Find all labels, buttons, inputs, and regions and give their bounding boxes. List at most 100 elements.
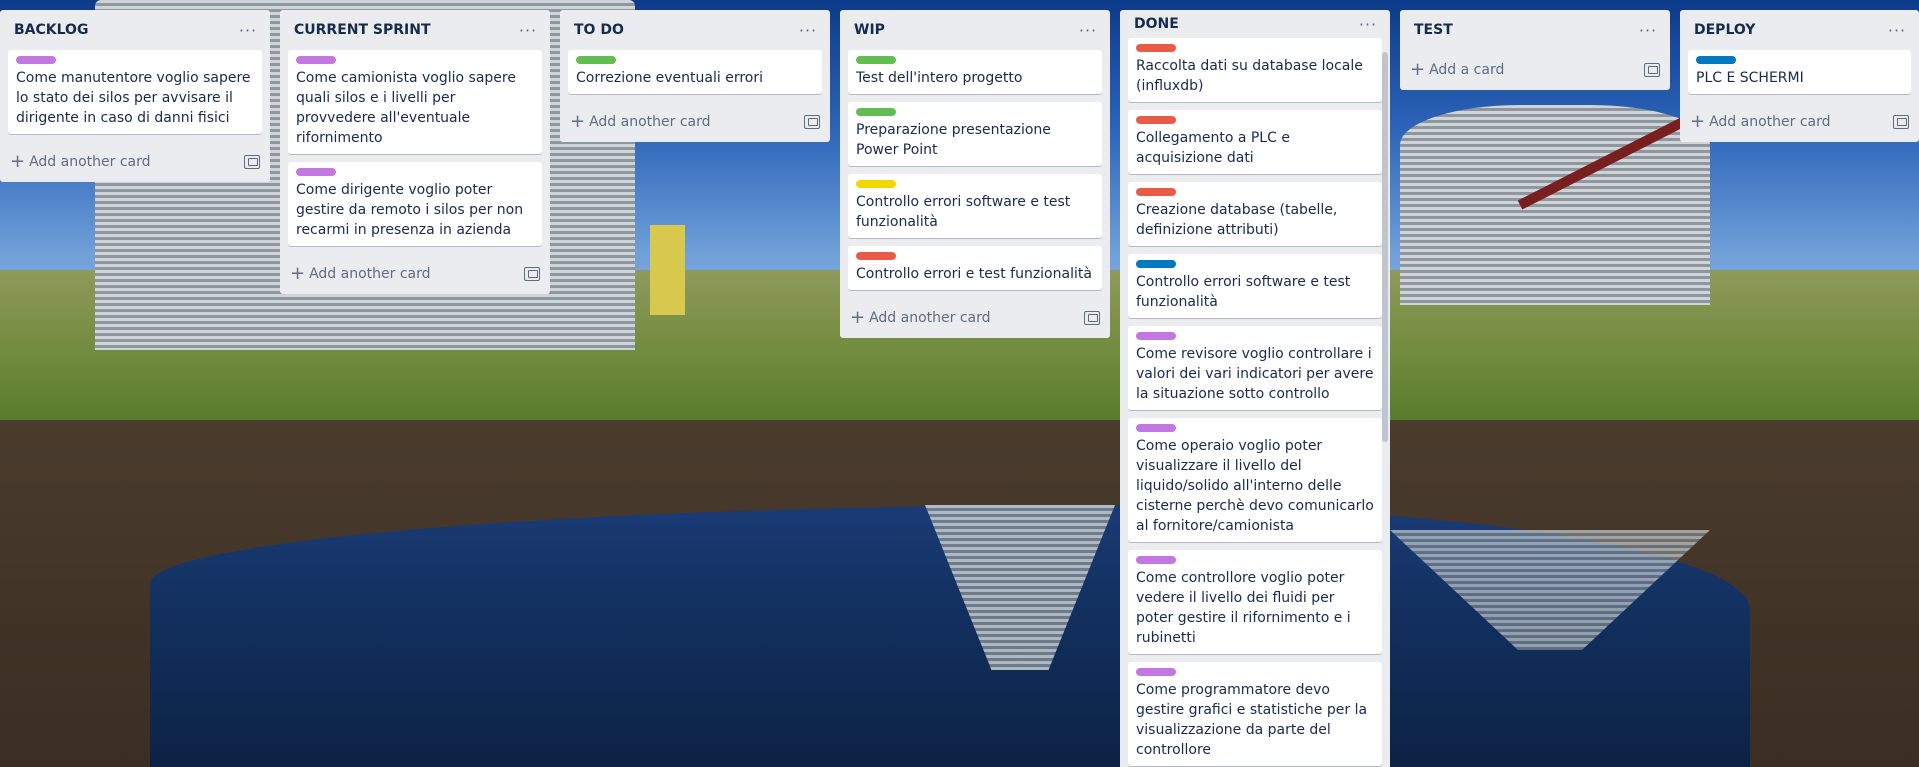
card[interactable]: Preparazione presentazione Power Point <box>848 102 1102 166</box>
list-current-sprint[interactable]: CURRENT SPRINT ··· Come camionista voglio … <box>280 10 550 294</box>
add-card-button[interactable]: + Add another card <box>290 263 431 284</box>
add-card-button[interactable]: + Add another card <box>570 113 711 131</box>
card-template-icon[interactable] <box>524 267 540 281</box>
add-card-button[interactable]: + Add another card <box>1690 113 1831 131</box>
add-card-label: Add another card <box>589 114 711 130</box>
card[interactable]: Creazione database (tabelle, definizione… <box>1128 182 1382 246</box>
card-title: Correzione eventuali errori <box>576 70 763 86</box>
card-title: Come dirigente voglio poter gestire da r… <box>296 182 524 238</box>
card-label-green[interactable] <box>576 56 616 64</box>
more-horizontal-icon[interactable]: ··· <box>1354 10 1382 38</box>
card-label-red[interactable] <box>1136 116 1176 124</box>
list-backlog[interactable]: BACKLOG ··· Come manutentore voglio sapere… <box>0 10 270 182</box>
card-label-purple[interactable] <box>1136 668 1176 676</box>
more-horizontal-icon[interactable]: ··· <box>1634 16 1662 44</box>
card-label-blue[interactable] <box>1696 56 1736 64</box>
list-header[interactable]: TEST ··· <box>1400 10 1670 50</box>
card-list: Raccolta dati su database locale (influx… <box>1120 38 1390 767</box>
add-card-button[interactable]: + Add another card <box>10 151 151 172</box>
list-done[interactable]: DONE ··· Raccolta dati su database locale … <box>1120 10 1390 767</box>
card-label-red[interactable] <box>1136 188 1176 196</box>
card-label-purple[interactable] <box>296 56 336 64</box>
more-horizontal-icon[interactable]: ··· <box>234 16 262 44</box>
plus-icon: + <box>290 263 306 284</box>
list-title[interactable]: DONE <box>1134 16 1179 32</box>
card-label-yellow[interactable] <box>856 180 896 188</box>
card-label-purple[interactable] <box>1136 424 1176 432</box>
card[interactable]: Test dell'intero progetto <box>848 50 1102 94</box>
list-header[interactable]: CURRENT SPRINT ··· <box>280 10 550 50</box>
list-footer: + Add another card <box>1680 102 1919 142</box>
list-footer: + Add a card <box>1400 50 1670 90</box>
add-card-label: Add another card <box>29 154 151 170</box>
card[interactable]: Come programmatore devo gestire grafici … <box>1128 662 1382 766</box>
card-label-blue[interactable] <box>1136 260 1176 268</box>
list-footer: + Add another card <box>840 298 1110 338</box>
card[interactable]: Raccolta dati su database locale (influx… <box>1128 38 1382 102</box>
more-horizontal-icon[interactable]: ··· <box>514 16 542 44</box>
card-title: Come programmatore devo gestire grafici … <box>1136 682 1368 758</box>
card-title: Creazione database (tabelle, definizione… <box>1136 202 1338 238</box>
card-title: Controllo errori e test funzionalità <box>856 266 1092 282</box>
card[interactable]: Controllo errori software e test funzion… <box>1128 254 1382 318</box>
card-list: Come camionista voglio sapere quali silo… <box>280 50 550 254</box>
card-label-purple[interactable] <box>1136 556 1176 564</box>
list-header[interactable]: TO DO ··· <box>560 10 830 50</box>
list-scrollbar[interactable] <box>1382 52 1388 442</box>
plus-icon: + <box>850 307 866 328</box>
list-title[interactable]: CURRENT SPRINT <box>294 22 431 38</box>
list-title[interactable]: TO DO <box>574 22 624 38</box>
card-label-red[interactable] <box>856 252 896 260</box>
card-title: Test dell'intero progetto <box>856 70 1023 86</box>
card[interactable]: Come manutentore voglio sapere lo stato … <box>8 50 262 134</box>
card-title: Raccolta dati su database locale (influx… <box>1136 58 1363 94</box>
more-horizontal-icon[interactable]: ··· <box>1074 16 1102 44</box>
card-template-icon[interactable] <box>804 115 820 129</box>
list-wip[interactable]: WIP ··· Test dell'intero progetto Preparazi… <box>840 10 1110 338</box>
add-card-button[interactable]: + Add another card <box>850 307 991 328</box>
card-label-red[interactable] <box>1136 44 1176 52</box>
list-header[interactable]: BACKLOG ··· <box>0 10 270 50</box>
list-deploy[interactable]: DEPLOY ··· PLC E SCHERMI + Add another card <box>1680 10 1919 142</box>
card-template-icon[interactable] <box>1893 115 1909 129</box>
card-template-icon[interactable] <box>244 155 260 169</box>
plus-icon: + <box>1410 59 1426 80</box>
card[interactable]: Controllo errori e test funzionalità <box>848 246 1102 290</box>
list-title[interactable]: WIP <box>854 22 885 38</box>
card-label-purple[interactable] <box>296 168 336 176</box>
card-template-icon[interactable] <box>1084 311 1100 325</box>
more-horizontal-icon[interactable]: ··· <box>1883 16 1911 44</box>
card-label-purple[interactable] <box>1136 332 1176 340</box>
card[interactable]: Come controllore voglio poter vedere il … <box>1128 550 1382 654</box>
card-template-icon[interactable] <box>1644 63 1660 77</box>
card[interactable]: Collegamento a PLC e acquisizione dati <box>1128 110 1382 174</box>
more-horizontal-icon[interactable]: ··· <box>794 16 822 44</box>
add-card-label: Add another card <box>1709 114 1831 130</box>
card-label-green[interactable] <box>856 108 896 116</box>
list-title[interactable]: BACKLOG <box>14 22 88 38</box>
list-header[interactable]: WIP ··· <box>840 10 1110 50</box>
card-label-purple[interactable] <box>16 56 56 64</box>
list-footer: + Add another card <box>0 142 270 182</box>
card-label-green[interactable] <box>856 56 896 64</box>
card-title: Come operaio voglio poter visualizzare i… <box>1136 438 1374 534</box>
list-header[interactable]: DEPLOY ··· <box>1680 10 1919 50</box>
card-title: Come controllore voglio poter vedere il … <box>1136 570 1351 646</box>
card[interactable]: Correzione eventuali errori <box>568 50 822 94</box>
list-header[interactable]: DONE ··· <box>1120 10 1390 38</box>
card[interactable]: Come dirigente voglio poter gestire da r… <box>288 162 542 246</box>
card-title: Come camionista voglio sapere quali silo… <box>296 70 516 146</box>
card-title: Collegamento a PLC e acquisizione dati <box>1136 130 1290 166</box>
card[interactable]: Come operaio voglio poter visualizzare i… <box>1128 418 1382 542</box>
card[interactable]: Come revisore voglio controllare i valor… <box>1128 326 1382 410</box>
card[interactable]: PLC E SCHERMI <box>1688 50 1911 94</box>
card[interactable]: Come camionista voglio sapere quali silo… <box>288 50 542 154</box>
list-test[interactable]: TEST ··· + Add a card <box>1400 10 1670 90</box>
add-card-button[interactable]: + Add a card <box>1410 59 1504 80</box>
card-list: Test dell'intero progetto Preparazione pr… <box>840 50 1110 298</box>
list-to-do[interactable]: TO DO ··· Correzione eventuali errori + Add … <box>560 10 830 142</box>
list-title[interactable]: DEPLOY <box>1694 22 1755 38</box>
card[interactable]: Controllo errori software e test funzion… <box>848 174 1102 238</box>
list-title[interactable]: TEST <box>1414 22 1453 38</box>
plus-icon: + <box>10 151 26 172</box>
